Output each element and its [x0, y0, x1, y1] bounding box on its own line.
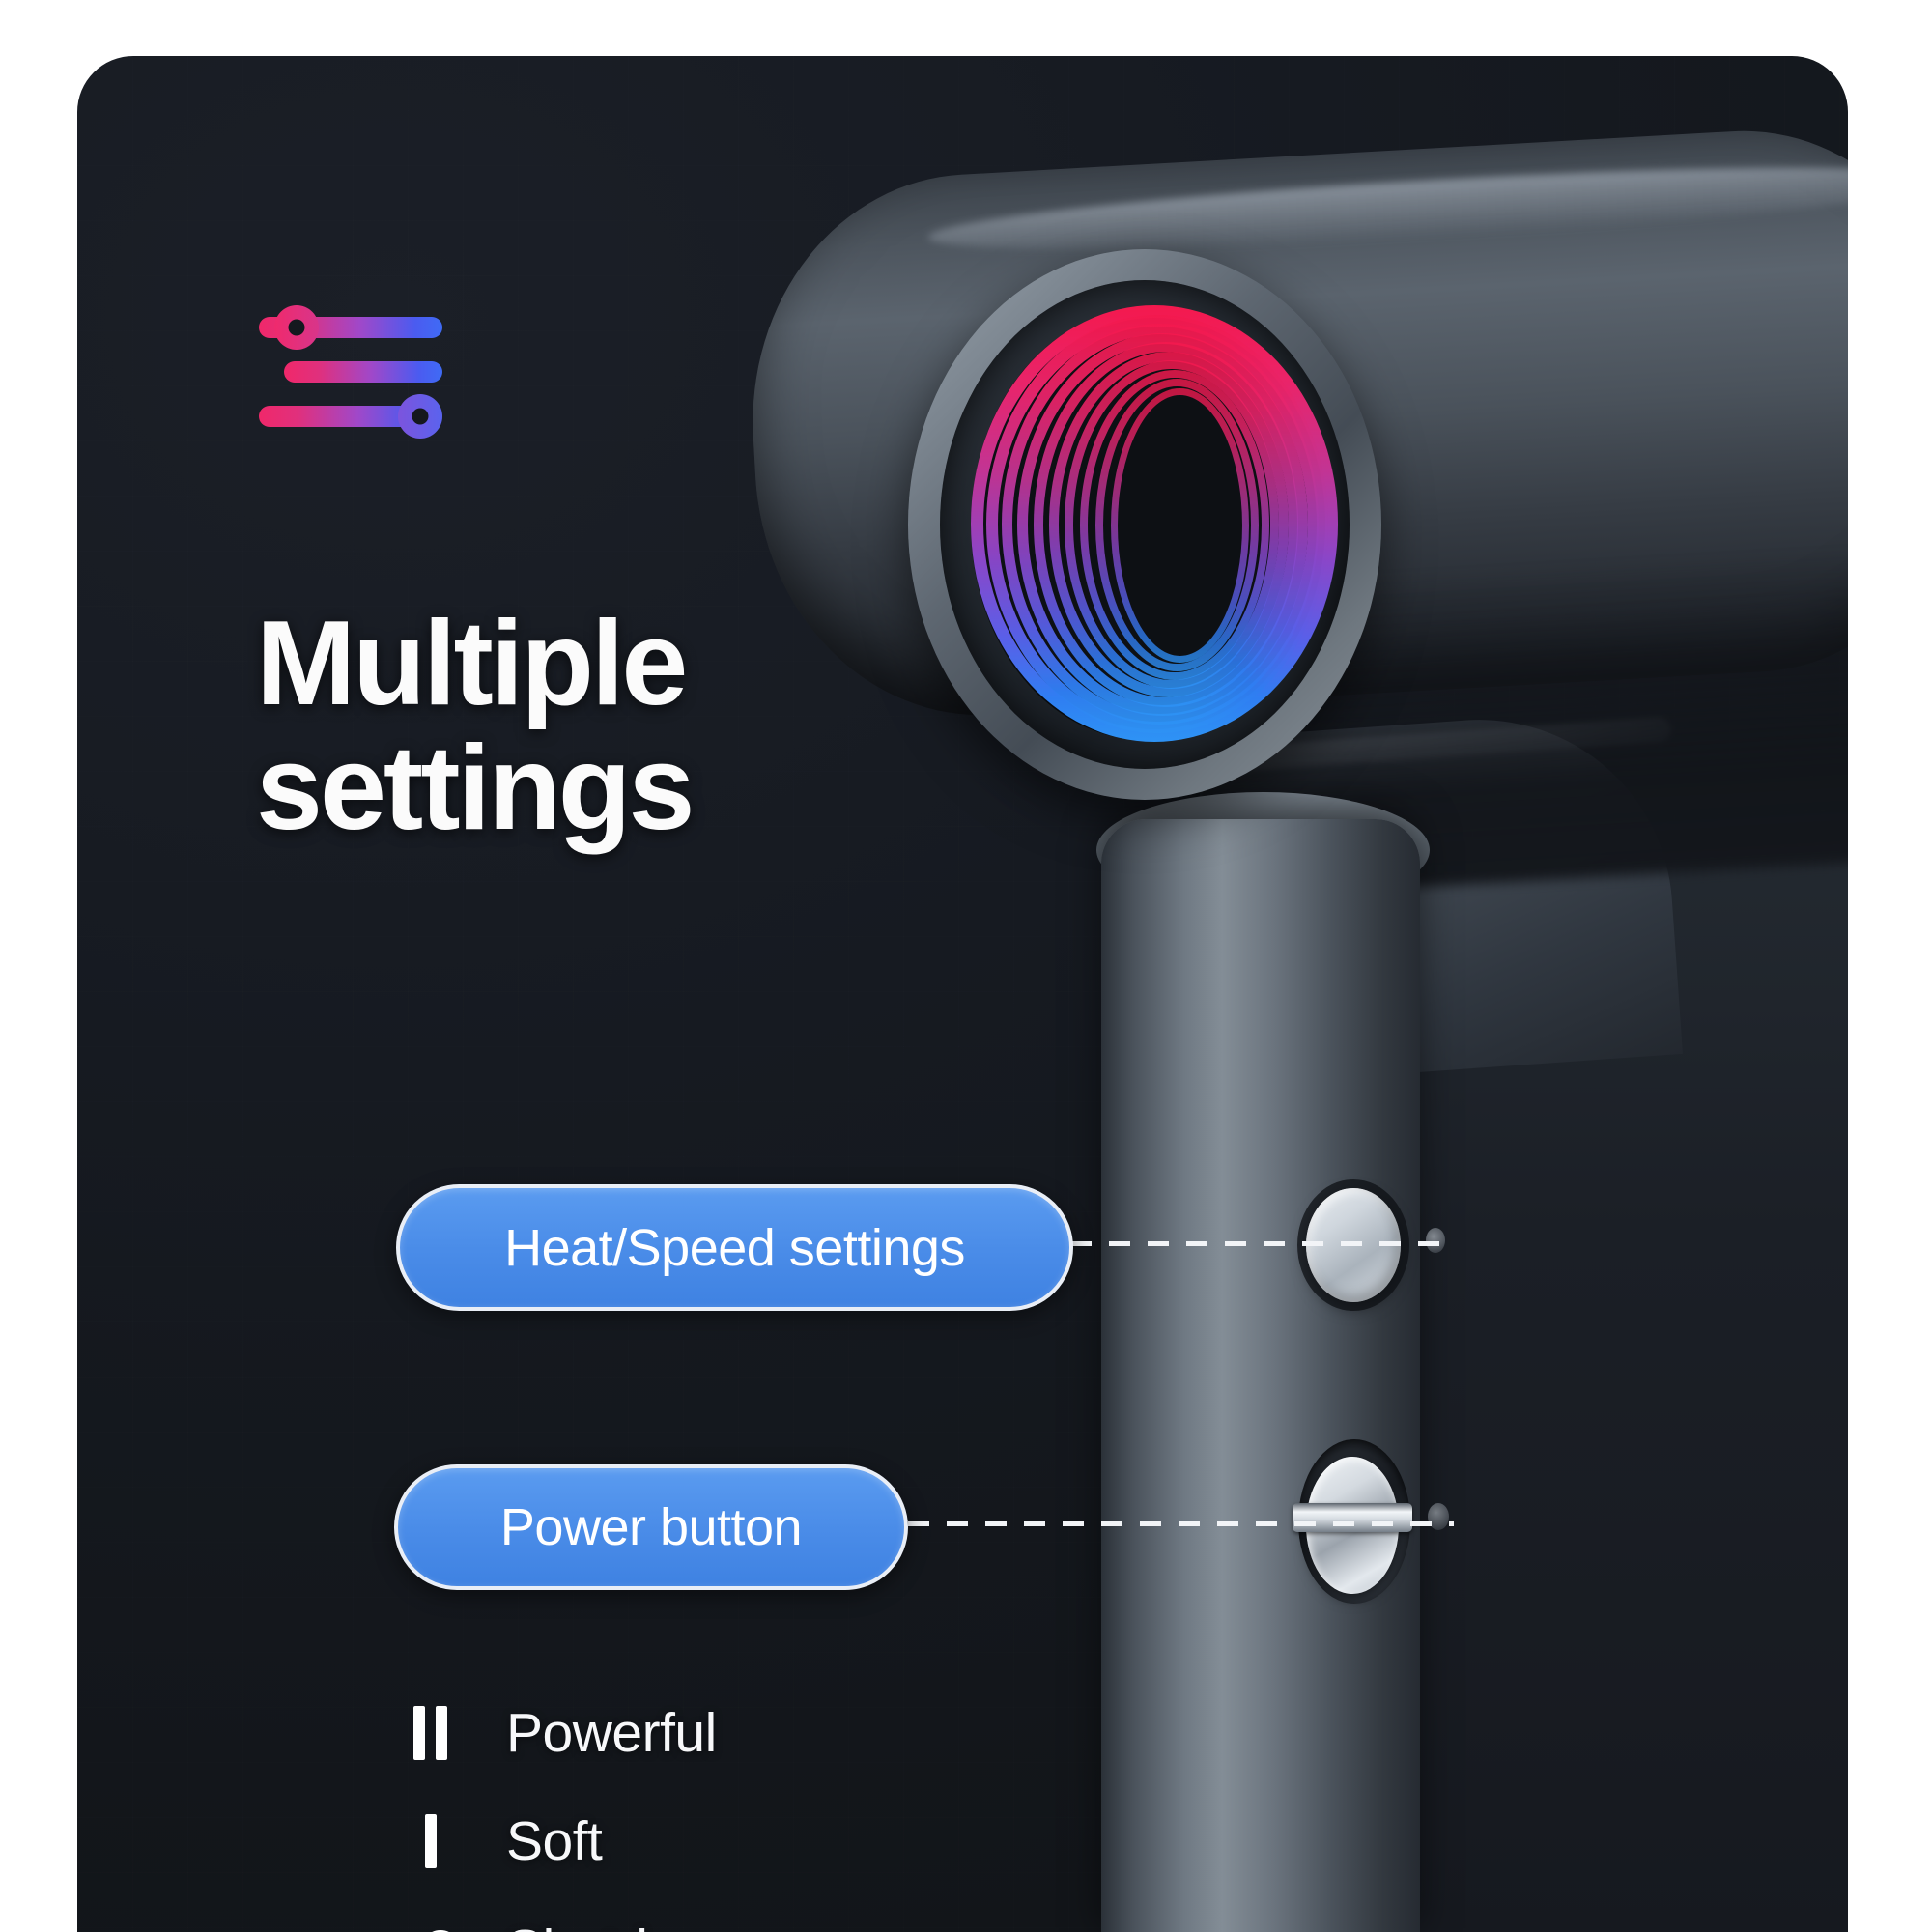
title-line-1: Multiple: [256, 597, 688, 730]
nozzle-ring: [1065, 360, 1279, 689]
handle-top-cap: [1096, 792, 1430, 908]
callout-heat-speed[interactable]: Heat/Speed settings: [396, 1184, 1073, 1311]
heat-indicator-dot: [1426, 1228, 1445, 1253]
legend-label: Shutdown: [506, 1918, 748, 1932]
power-switch-groove[interactable]: [1293, 1503, 1412, 1532]
neck-highlight: [1216, 716, 1672, 774]
dryer-neck: [1196, 706, 1683, 1087]
legend-label: Powerful: [506, 1702, 717, 1764]
nozzle-ring: [1049, 352, 1289, 698]
nozzle-ring: [1002, 324, 1318, 724]
connector-line-power: [908, 1521, 1454, 1526]
product-feature-card: Multiple settings Heat/Speed settings Po…: [77, 56, 1848, 1932]
slider-row-3: [259, 394, 442, 439]
nozzle-ring: [1095, 379, 1259, 671]
content-column: Multiple settings Heat/Speed settings Po…: [174, 56, 1457, 1932]
sliders-settings-icon: [259, 305, 442, 442]
nozzle-glow-rings: [971, 305, 1338, 742]
slider-knob: [398, 394, 442, 439]
powerful-mark-icon: [413, 1706, 506, 1760]
screenshot-root: Multiple settings Heat/Speed settings Po…: [0, 0, 1932, 1932]
barrel-shadow: [1179, 536, 1848, 899]
nozzle-ring: [1017, 333, 1308, 716]
background-fade: [1410, 848, 1848, 1932]
legend-item-shutdown: Shutdown: [413, 1895, 1032, 1932]
mode-legend: Powerful Soft Shutdown: [413, 1679, 1032, 1932]
title-line-2: settings: [256, 721, 695, 855]
slider-row-1: [259, 305, 442, 350]
dryer-handle: [1101, 819, 1420, 1932]
soft-mark-icon: [413, 1814, 506, 1868]
legend-item-powerful: Powerful: [413, 1679, 1032, 1787]
slider-knob: [274, 305, 319, 350]
barrel-highlight: [926, 151, 1848, 267]
nozzle-ring: [1111, 388, 1249, 663]
slider-track: [284, 361, 442, 383]
legend-label: Soft: [506, 1810, 603, 1872]
slider-row-2: [259, 361, 442, 383]
nozzle-ring: [1080, 370, 1269, 681]
nozzle-ring: [986, 315, 1328, 733]
nozzle-ring: [971, 305, 1338, 742]
callout-power-button[interactable]: Power button: [394, 1464, 908, 1590]
connector-line-heat: [1070, 1241, 1457, 1246]
legend-item-soft: Soft: [413, 1787, 1032, 1895]
nozzle-ring: [1034, 342, 1299, 707]
page-title: Multiple settings: [256, 602, 990, 851]
